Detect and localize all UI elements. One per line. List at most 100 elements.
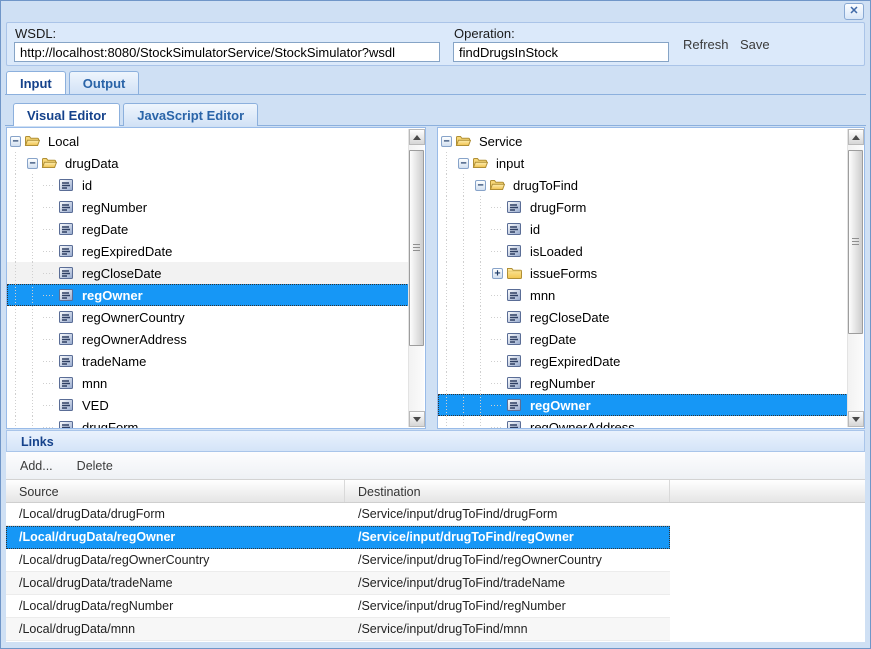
refresh-button[interactable]: Refresh bbox=[683, 37, 729, 52]
expander-minus-icon[interactable]: − bbox=[10, 136, 21, 147]
scrollbar-thumb[interactable] bbox=[409, 150, 424, 346]
links-panel-body: Add... Delete Source Destination /Local/… bbox=[6, 452, 865, 642]
link-row[interactable]: /Local/drugData/regNumber/Service/input/… bbox=[6, 595, 670, 618]
tree-item-regCloseDate[interactable]: regCloseDate bbox=[7, 262, 409, 284]
tab-javascript-editor[interactable]: JavaScript Editor bbox=[123, 103, 258, 126]
link-source-cell: /Local/drugData/regOwner bbox=[6, 530, 345, 544]
tree-item-label: drugForm bbox=[527, 200, 589, 215]
scrollbar-up-button[interactable] bbox=[848, 129, 864, 145]
local-tree: −Local−drugDataidregNumberregDateregExpi… bbox=[7, 128, 409, 428]
tree-connector bbox=[41, 262, 58, 284]
tree-item-VED[interactable]: VED bbox=[7, 394, 409, 416]
operation-input[interactable] bbox=[453, 42, 669, 62]
leaf-icon bbox=[506, 353, 522, 369]
tree-indent-guide bbox=[24, 218, 41, 240]
tree-indent-guide bbox=[7, 262, 24, 284]
tree-connector bbox=[489, 196, 506, 218]
tree-item-Service[interactable]: −Service bbox=[438, 130, 848, 152]
folder-open-icon bbox=[455, 133, 471, 149]
tree-item-regNumber[interactable]: regNumber bbox=[7, 196, 409, 218]
wsdl-toolbar: WSDL: Operation: Refresh Save bbox=[6, 22, 865, 66]
close-button[interactable]: ✕ bbox=[844, 3, 864, 20]
service-tree-scrollbar[interactable] bbox=[847, 129, 863, 427]
wsdl-input[interactable] bbox=[14, 42, 440, 62]
tree-item-drugForm[interactable]: drugForm bbox=[438, 196, 848, 218]
tree-item-regDate[interactable]: regDate bbox=[438, 328, 848, 350]
leaf-icon bbox=[58, 331, 74, 347]
tree-item-tradeName[interactable]: tradeName bbox=[7, 350, 409, 372]
expander-minus-icon[interactable]: − bbox=[458, 158, 469, 169]
tree-item-regOwner[interactable]: regOwner bbox=[438, 394, 848, 416]
tree-item-issueForms[interactable]: +issueForms bbox=[438, 262, 848, 284]
link-row[interactable]: /Local/drugData/drugForm/Service/input/d… bbox=[6, 503, 670, 526]
leaf-icon bbox=[506, 243, 522, 259]
tab-output[interactable]: Output bbox=[69, 71, 140, 94]
tree-indent-guide bbox=[7, 284, 24, 306]
scrollbar-up-button[interactable] bbox=[409, 129, 425, 145]
tree-item-regDate[interactable]: regDate bbox=[7, 218, 409, 240]
link-row[interactable]: /Local/drugData/regOwnerCountry/Service/… bbox=[6, 549, 670, 572]
tree-indent-guide bbox=[438, 306, 455, 328]
add-link-button[interactable]: Add... bbox=[20, 459, 53, 473]
tree-item-regCloseDate[interactable]: regCloseDate bbox=[438, 306, 848, 328]
tree-item-id[interactable]: id bbox=[438, 218, 848, 240]
tab-visual-editor[interactable]: Visual Editor bbox=[13, 103, 120, 126]
tree-item-drugData[interactable]: −drugData bbox=[7, 152, 409, 174]
scrollbar-down-button[interactable] bbox=[848, 411, 864, 427]
links-grid-header: Source Destination bbox=[6, 480, 865, 503]
tree-item-regExpiredDate[interactable]: regExpiredDate bbox=[438, 350, 848, 372]
tree-item-drugToFind[interactable]: −drugToFind bbox=[438, 174, 848, 196]
tree-item-label: regOwnerCountry bbox=[79, 310, 188, 325]
tree-connector bbox=[41, 196, 58, 218]
tab-input[interactable]: Input bbox=[6, 71, 66, 94]
tree-connector bbox=[41, 174, 58, 196]
tree-item-regOwnerCountry[interactable]: regOwnerCountry bbox=[7, 306, 409, 328]
source-column-header[interactable]: Source bbox=[6, 480, 345, 502]
scrollbar-down-button[interactable] bbox=[409, 411, 425, 427]
tree-indent-guide bbox=[455, 218, 472, 240]
expander-minus-icon[interactable]: − bbox=[441, 136, 452, 147]
tree-connector bbox=[41, 328, 58, 350]
link-row[interactable]: /Local/drugData/tradeName/Service/input/… bbox=[6, 572, 670, 595]
tree-item-drugForm[interactable]: drugForm bbox=[7, 416, 409, 428]
tree-item-mnn[interactable]: mnn bbox=[438, 284, 848, 306]
tree-indent-guide bbox=[24, 416, 41, 428]
tree-item-input[interactable]: −input bbox=[438, 152, 848, 174]
tree-item-regOwnerAddress[interactable]: regOwnerAddress bbox=[7, 328, 409, 350]
tree-indent-guide bbox=[438, 328, 455, 350]
main-tab-bar: InputOutput bbox=[5, 71, 866, 95]
tree-connector bbox=[41, 394, 58, 416]
tree-indent-guide bbox=[24, 262, 41, 284]
delete-link-button[interactable]: Delete bbox=[77, 459, 113, 473]
tree-item-isLoaded[interactable]: isLoaded bbox=[438, 240, 848, 262]
expander-minus-icon[interactable]: − bbox=[27, 158, 38, 169]
link-row[interactable]: /Local/drugData/mnn/Service/input/drugTo… bbox=[6, 618, 670, 641]
tree-item-mnn[interactable]: mnn bbox=[7, 372, 409, 394]
link-destination-cell: /Service/input/drugToFind/regNumber bbox=[345, 599, 670, 613]
tree-indent-guide bbox=[455, 262, 472, 284]
links-panel-title: Links bbox=[6, 430, 865, 452]
tree-indent-guide bbox=[7, 196, 24, 218]
tree-item-label: regNumber bbox=[527, 376, 598, 391]
expander-plus-icon[interactable]: + bbox=[492, 268, 503, 279]
titlebar: ✕ bbox=[5, 1, 866, 21]
link-destination-cell: /Service/input/drugToFind/mnn bbox=[345, 622, 670, 636]
tree-indent-guide bbox=[24, 284, 41, 306]
destination-column-header[interactable]: Destination bbox=[345, 480, 670, 502]
tree-item-id[interactable]: id bbox=[7, 174, 409, 196]
local-tree-scrollbar[interactable] bbox=[408, 129, 424, 427]
tree-indent-guide bbox=[472, 416, 489, 428]
tree-item-regNumber[interactable]: regNumber bbox=[438, 372, 848, 394]
tree-indent-guide bbox=[24, 328, 41, 350]
links-grid-rows: /Local/drugData/drugForm/Service/input/d… bbox=[6, 503, 670, 641]
tree-item-regExpiredDate[interactable]: regExpiredDate bbox=[7, 240, 409, 262]
tree-indent-guide bbox=[24, 394, 41, 416]
save-button[interactable]: Save bbox=[740, 37, 770, 52]
tree-item-Local[interactable]: −Local bbox=[7, 130, 409, 152]
scrollbar-thumb[interactable] bbox=[848, 150, 863, 334]
link-row[interactable]: /Local/drugData/regOwner/Service/input/d… bbox=[6, 526, 670, 549]
tree-item-regOwnerAddress[interactable]: regOwnerAddress bbox=[438, 416, 848, 428]
expander-minus-icon[interactable]: − bbox=[475, 180, 486, 191]
leaf-icon bbox=[506, 287, 522, 303]
tree-item-regOwner[interactable]: regOwner bbox=[7, 284, 409, 306]
